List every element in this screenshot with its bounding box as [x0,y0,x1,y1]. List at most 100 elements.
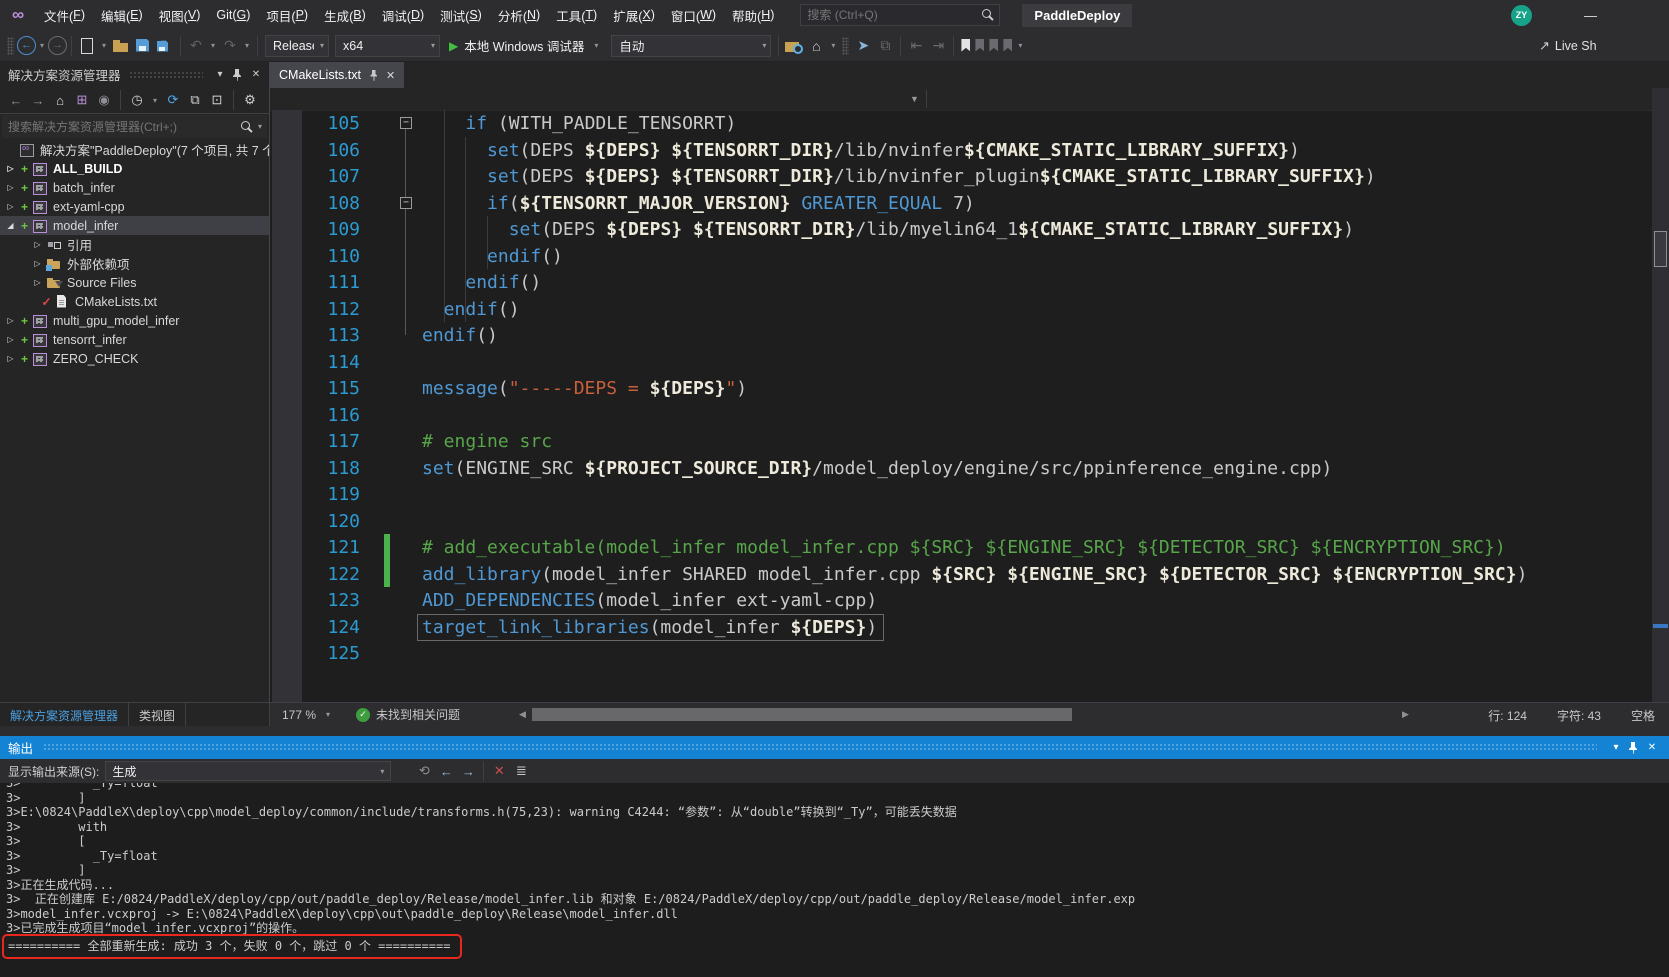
back-icon[interactable]: ← [6,90,26,110]
pending-changes-filter-icon[interactable]: ◉ [94,90,114,110]
menu-item-8[interactable]: 分析(N) [490,0,548,30]
code-line-123[interactable]: 123ADD_DEPENDENCIES(model_infer ext-yaml… [270,587,1652,614]
expanded-arrow-icon[interactable]: ◢ [3,221,18,230]
tree-item-5[interactable]: ▷引用 [0,235,269,254]
chevron-down-icon[interactable]: ▾ [1607,739,1625,757]
solution-search-box[interactable]: ▾ [2,115,267,138]
tree-item-model-infer[interactable]: ◢+model_infer [0,216,269,235]
collapsed-arrow-icon[interactable]: ▷ [3,316,18,325]
clear-bookmarks-icon[interactable] [1000,35,1014,57]
word-wrap-icon[interactable]: ≣ [510,761,532,781]
nav-back-icon[interactable]: ← [17,36,36,55]
chevron-down-icon[interactable]: ▾ [211,66,229,84]
save-icon[interactable] [132,35,154,57]
tree-item-cmakelists-txt[interactable]: ✓CMakeLists.txt [0,292,269,311]
code-line-109[interactable]: 109set(DEPS ${DEPS} ${TENSORRT_DIR}/lib/… [270,216,1652,243]
chevron-down-icon[interactable]: ▾ [37,41,47,50]
tab-solution-explorer[interactable]: 解决方案资源管理器 [0,703,129,727]
chevron-down-icon[interactable]: ▾ [208,41,218,50]
code-line-120[interactable]: 120 [270,508,1652,535]
collapsed-arrow-icon[interactable]: ▷ [3,183,18,192]
editor-horizontal-scrollbar[interactable] [532,708,1398,721]
pin-icon[interactable] [369,70,378,81]
home-icon[interactable]: ⌂ [50,90,70,110]
prev-message-icon[interactable]: ← [435,761,457,781]
menu-item-11[interactable]: 窗口(W) [663,0,724,30]
tree-item-source-files[interactable]: ▷Source Files [0,273,269,292]
code-line-116[interactable]: 116 [270,402,1652,429]
refresh-icon[interactable]: ⟳ [163,90,183,110]
scrollbar-thumb[interactable] [1654,231,1667,267]
document-health-indicator[interactable]: ✓ 未找到相关问题 [356,706,460,723]
configuration-dropdown[interactable]: Release▾ [265,35,329,57]
chevron-down-icon[interactable]: ▾ [242,41,252,50]
tree-item-all-build[interactable]: ▷+ALL_BUILD [0,159,269,178]
code-line-110[interactable]: 110endif() [270,243,1652,270]
live-share-button[interactable]: ↗ Live Sh [1539,30,1669,62]
forward-icon[interactable]: → [28,90,48,110]
indent-icon[interactable]: ⇥ [927,35,949,57]
home-window-icon[interactable]: ⌂ [805,35,827,57]
code-line-107[interactable]: 107set(DEPS ${DEPS} ${TENSORRT_DIR}/lib/… [270,163,1652,190]
scroll-right-arrow-icon[interactable]: ▶ [1402,709,1409,720]
menu-item-9[interactable]: 工具(T) [548,0,605,30]
code-line-121[interactable]: 121# add_executable(model_infer model_in… [270,534,1652,561]
pin-icon[interactable] [229,66,247,84]
search-options-chevron-icon[interactable]: ▾ [258,122,262,131]
messages-icon[interactable]: ⟲ [413,761,435,781]
new-file-icon[interactable] [76,35,98,57]
code-line-105[interactable]: 105if (WITH_PADDLE_TENSORRT) [270,110,1652,137]
properties-icon[interactable]: ⚙ [240,90,260,110]
column-indicator[interactable]: 字符: 43 [1557,707,1601,724]
next-message-icon[interactable]: → [457,761,479,781]
code-line-122[interactable]: 122add_library(model_infer SHARED model_… [270,561,1652,588]
chevron-down-icon[interactable]: ▾ [99,41,109,50]
collapsed-arrow-icon[interactable]: ▷ [3,335,18,344]
insert-mode-indicator[interactable]: 空格 [1631,707,1655,724]
menu-item-2[interactable]: 视图(V) [151,0,209,30]
chevron-down-icon[interactable]: ▾ [828,41,838,50]
menu-item-5[interactable]: 生成(B) [316,0,374,30]
code-line-114[interactable]: 114 [270,349,1652,376]
tree-item-zero-check[interactable]: ▷+ZERO_CHECK [0,349,269,368]
tree-item-batch-infer[interactable]: ▷+batch_infer [0,178,269,197]
tab-cmakelists[interactable]: CMakeLists.txt ✕ [270,62,404,88]
scroll-left-arrow-icon[interactable]: ◀ [519,709,526,720]
bookmark-icon[interactable] [958,35,972,57]
minimize-button[interactable]: — [1576,8,1605,23]
output-log[interactable]: 3> _Ty=float3> ]3>E:\0824\PaddleX\deploy… [0,783,1669,977]
navigate-cursor-icon[interactable]: ➤ [852,35,874,57]
code-line-125[interactable]: 125 [270,640,1652,667]
browse-folder-icon[interactable] [783,35,805,57]
code-line-108[interactable]: 108if(${TENSORRT_MAJOR_VERSION} GREATER_… [270,190,1652,217]
prev-bookmark-icon[interactable] [972,35,986,57]
code-line-106[interactable]: 106set(DEPS ${DEPS} ${TENSORRT_DIR}/lib/… [270,137,1652,164]
collapse-all-icon[interactable]: ⧉ [185,90,205,110]
menu-item-3[interactable]: Git(G) [208,0,258,30]
chevron-down-icon[interactable]: ▼ [910,94,919,104]
switch-views-icon[interactable]: ⊞ [72,90,92,110]
output-source-dropdown[interactable]: 生成 ▾ [105,761,391,781]
tab-class-view[interactable]: 类视图 [129,703,186,727]
fold-collapse-icon[interactable]: − [400,197,412,209]
pin-icon[interactable] [1625,739,1643,757]
collapsed-arrow-icon[interactable]: ▷ [3,164,18,173]
open-folder-icon[interactable] [110,35,132,57]
quick-search-input[interactable] [801,8,981,22]
solution-search-input[interactable] [2,120,240,134]
close-icon[interactable]: ✕ [386,69,395,82]
collapsed-arrow-icon[interactable]: ▷ [30,278,45,287]
unindent-icon[interactable]: ⇤ [905,35,927,57]
account-avatar[interactable]: ZY [1511,5,1532,26]
copy-parallel-icon[interactable]: ⧉ [874,35,896,57]
collapsed-arrow-icon[interactable]: ▷ [30,259,45,268]
collapsed-arrow-icon[interactable]: ▷ [3,202,18,211]
navigation-bar[interactable]: ▼ [270,88,1669,111]
line-indicator[interactable]: 行: 124 [1488,707,1527,724]
code-line-111[interactable]: 111endif() [270,269,1652,296]
redo-icon[interactable]: ↷ [219,35,241,57]
save-all-icon[interactable] [154,35,176,57]
sync-with-active-document-icon[interactable]: ◷ [127,90,147,110]
code-line-119[interactable]: 119 [270,481,1652,508]
platform-dropdown[interactable]: x64▾ [335,35,440,57]
